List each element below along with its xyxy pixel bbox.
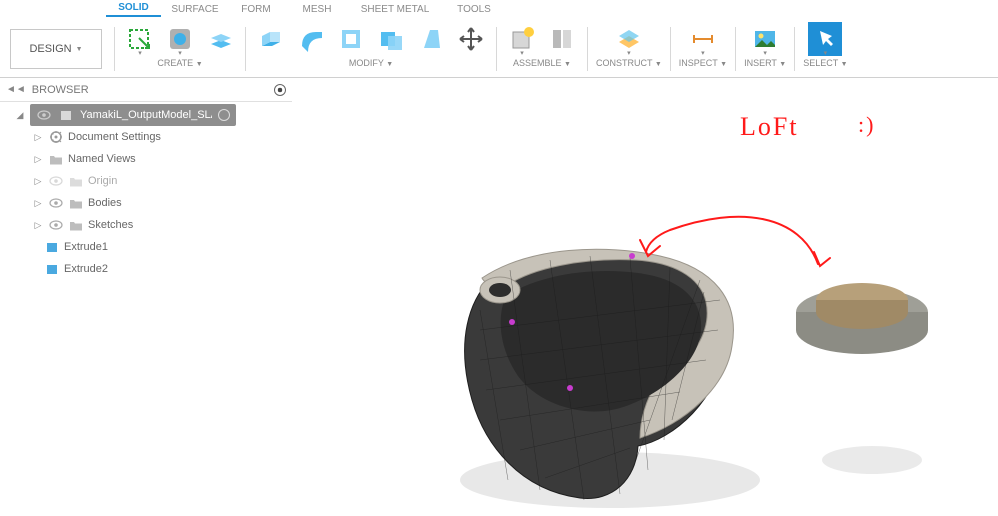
select-tool-icon[interactable] — [808, 22, 842, 56]
tab-tools[interactable]: TOOLS — [439, 4, 509, 17]
new-sketch-icon[interactable] — [123, 22, 157, 56]
group-create: CREATE ▼ — [117, 20, 243, 78]
group-create-label: CREATE — [157, 58, 193, 68]
tab-form[interactable]: FORM — [229, 4, 283, 17]
group-assemble: ASSEMBLE ▼ — [499, 20, 585, 78]
ribbon-tabs: SOLID SURFACE FORM MESH SHEET METAL TOOL… — [0, 0, 998, 17]
tab-solid[interactable]: SOLID — [106, 2, 161, 17]
expand-icon[interactable]: ▷ — [32, 154, 44, 165]
press-pull-icon[interactable] — [254, 22, 288, 56]
draft-icon[interactable] — [414, 22, 448, 56]
ribbon-tool-row: DESIGN ▼ — [0, 19, 998, 77]
visibility-icon[interactable] — [48, 217, 64, 233]
expand-icon[interactable]: ▷ — [32, 176, 44, 187]
annotation-arrow — [640, 217, 830, 266]
browser-title: BROWSER — [32, 84, 274, 96]
caret-down-icon: ▼ — [76, 46, 83, 53]
extrude-feature-icon — [44, 239, 60, 255]
combine-icon[interactable] — [374, 22, 408, 56]
separator — [735, 27, 736, 71]
tree-item-sketches[interactable]: ▷ Sketches — [0, 214, 292, 236]
active-component-ring-icon[interactable] — [218, 109, 230, 121]
group-construct-label: CONSTRUCT — [596, 58, 652, 68]
tab-sheet-metal[interactable]: SHEET METAL — [351, 4, 439, 17]
group-select: SELECT ▼ — [797, 20, 853, 78]
settings-gear-icon — [48, 129, 64, 145]
tree-item-label: Origin — [88, 175, 117, 187]
create-form-icon[interactable] — [163, 22, 197, 56]
group-select-label: SELECT — [803, 58, 838, 68]
move-copy-icon[interactable] — [454, 22, 488, 56]
measure-icon[interactable] — [686, 22, 720, 56]
browser-panel: ◄◄ BROWSER ◢ YamakiL_OutputModel_SLA (… … — [0, 78, 292, 280]
tree-item-extrude2[interactable]: Extrude2 — [0, 258, 292, 280]
group-insert: INSERT ▼ — [738, 20, 792, 78]
collapse-arrow-icon[interactable]: ◄◄ — [6, 84, 26, 95]
visibility-icon[interactable] — [48, 195, 64, 211]
folder-icon — [68, 195, 84, 211]
workspace-switcher-label: DESIGN — [29, 43, 71, 55]
pin-icon[interactable] — [274, 84, 286, 96]
separator — [794, 27, 795, 71]
expand-icon[interactable]: ◢ — [14, 110, 26, 121]
group-construct: CONSTRUCT ▼ — [590, 20, 668, 78]
group-inspect: INSPECT ▼ — [673, 20, 733, 78]
visibility-icon[interactable] — [36, 107, 52, 123]
expand-icon[interactable]: ▷ — [32, 132, 44, 143]
tree-item-label: Sketches — [88, 219, 133, 231]
ribbon: SOLID SURFACE FORM MESH SHEET METAL TOOL… — [0, 0, 998, 78]
tree-item-extrude1[interactable]: Extrude1 — [0, 236, 292, 258]
expand-icon[interactable]: ▷ — [32, 198, 44, 209]
joint-icon[interactable] — [545, 22, 579, 56]
browser-header[interactable]: ◄◄ BROWSER — [0, 78, 292, 102]
tree-item-origin[interactable]: ▷ Origin — [0, 170, 292, 192]
folder-icon — [68, 173, 84, 189]
workspace-switcher[interactable]: DESIGN ▼ — [10, 29, 102, 69]
group-inspect-label: INSPECT — [679, 58, 718, 68]
tree-item-label: Bodies — [88, 197, 122, 209]
separator — [670, 27, 671, 71]
tree-item-label: Named Views — [68, 153, 136, 165]
shell-icon[interactable] — [334, 22, 368, 56]
tab-mesh[interactable]: MESH — [283, 4, 351, 17]
folder-icon — [68, 217, 84, 233]
extrude-icon[interactable] — [203, 22, 237, 56]
browser-tree: ◢ YamakiL_OutputModel_SLA (… ▷ Document … — [0, 102, 292, 280]
tree-item-named-views[interactable]: ▷ Named Views — [0, 148, 292, 170]
tree-item-label: Document Settings — [68, 131, 161, 143]
group-modify: MODIFY ▼ — [248, 20, 494, 78]
annotation-smiley: :) — [858, 112, 875, 138]
annotation-text: LoFt — [740, 112, 799, 142]
group-modify-label: MODIFY — [349, 58, 384, 68]
separator — [245, 27, 246, 71]
group-assemble-label: ASSEMBLE — [513, 58, 562, 68]
tree-item-label: Extrude2 — [64, 263, 108, 275]
separator — [114, 27, 115, 71]
insert-decal-icon[interactable] — [748, 22, 782, 56]
extrude-feature-icon — [44, 261, 60, 277]
group-insert-label: INSERT — [744, 58, 777, 68]
folder-icon — [48, 151, 64, 167]
fillet-icon[interactable] — [294, 22, 328, 56]
tab-surface[interactable]: SURFACE — [161, 4, 229, 17]
separator — [587, 27, 588, 71]
component-icon — [58, 107, 74, 123]
tree-item-document-settings[interactable]: ▷ Document Settings — [0, 126, 292, 148]
tree-root-name: YamakiL_OutputModel_SLA (… — [80, 109, 212, 121]
construction-plane-icon[interactable] — [612, 22, 646, 56]
separator — [496, 27, 497, 71]
tree-root-row[interactable]: ◢ YamakiL_OutputModel_SLA (… — [0, 104, 292, 126]
visibility-icon[interactable] — [48, 173, 64, 189]
disc-body — [796, 283, 928, 354]
new-component-icon[interactable] — [505, 22, 539, 56]
mesh-body — [465, 249, 734, 500]
tree-root-bar[interactable]: YamakiL_OutputModel_SLA (… — [30, 104, 236, 126]
tree-item-bodies[interactable]: ▷ Bodies — [0, 192, 292, 214]
expand-icon[interactable]: ▷ — [32, 220, 44, 231]
tree-item-label: Extrude1 — [64, 241, 108, 253]
